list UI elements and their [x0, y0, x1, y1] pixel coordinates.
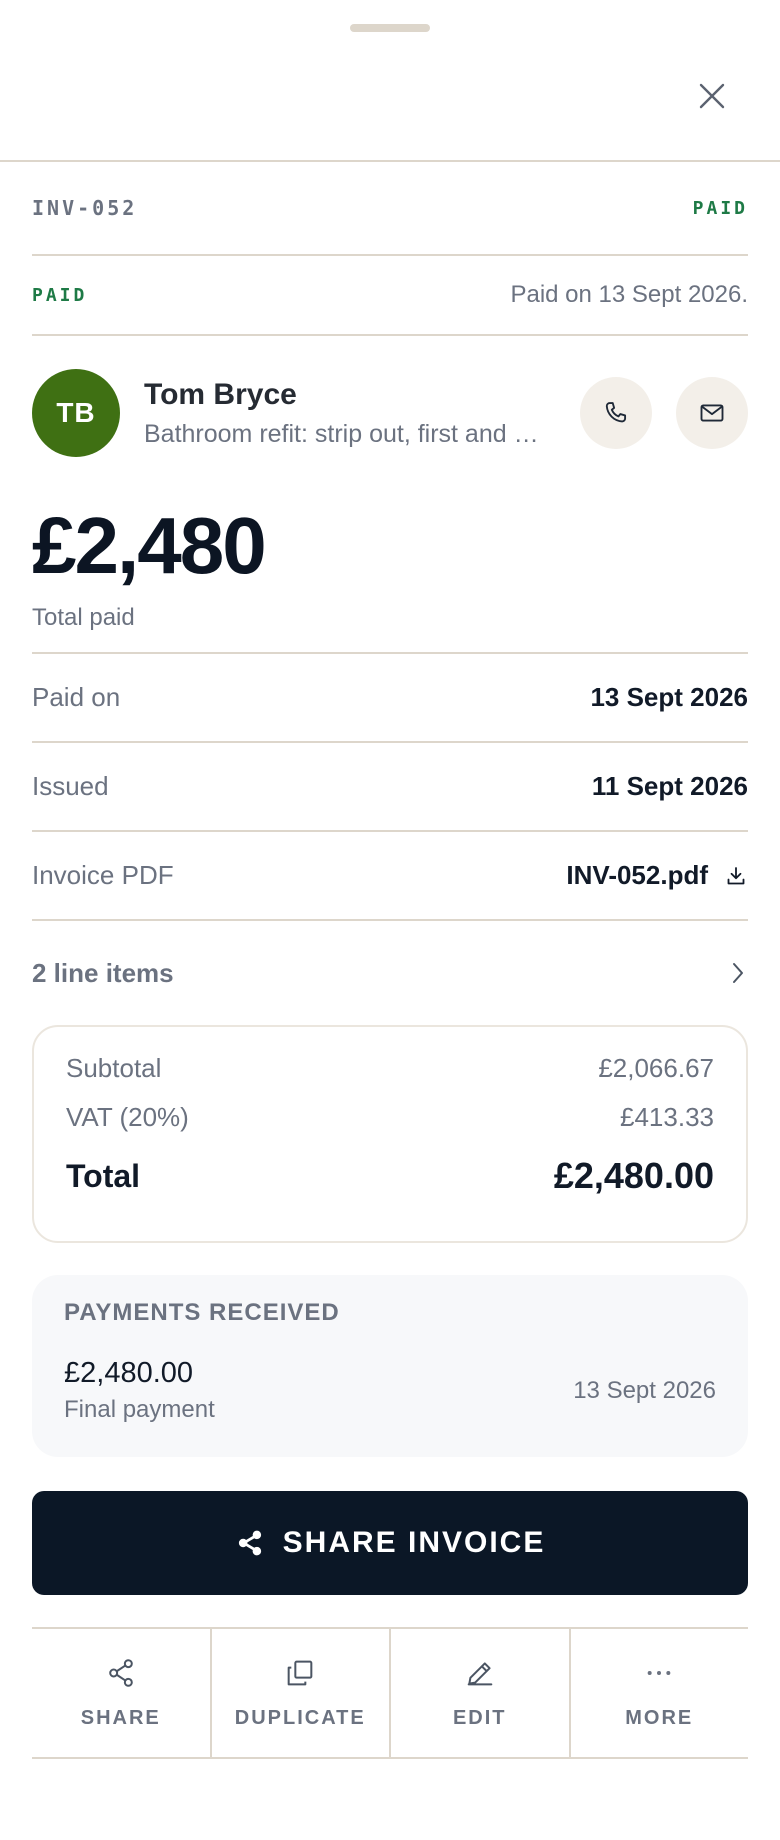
subtotal-row: Subtotal £2,066.67 — [66, 1053, 714, 1084]
close-icon — [699, 83, 725, 109]
invoice-header-row: INV-052 PAID — [32, 162, 748, 256]
status-row: PAID Paid on 13 Sept 2026. — [32, 256, 748, 336]
invoice-pdf-filename: INV-052.pdf — [566, 860, 708, 890]
status-tag: PAID — [32, 284, 88, 306]
avatar: TB — [32, 369, 120, 457]
edit-action-label: EDIT — [452, 1706, 507, 1729]
close-button[interactable] — [690, 74, 734, 118]
total-row: Total £2,480.00 — [66, 1155, 714, 1197]
share-action-label: SHARE — [80, 1706, 161, 1729]
mail-icon — [700, 404, 724, 422]
vat-row: VAT (20%) £413.33 — [66, 1102, 714, 1133]
totals-card: Subtotal £2,066.67 VAT (20%) £413.33 Tot… — [32, 1025, 748, 1243]
share-icon — [238, 1530, 261, 1556]
client-row: TB Tom Bryce Bathroom refit: strip out, … — [32, 336, 748, 490]
sheet-grabber[interactable] — [350, 24, 430, 32]
payment-date: 13 Sept 2026 — [573, 1376, 716, 1404]
vat-value: £413.33 — [620, 1102, 714, 1132]
more-icon — [647, 1670, 671, 1675]
call-button[interactable] — [580, 377, 652, 449]
subtotal-label: Subtotal — [66, 1053, 162, 1083]
edit-action[interactable]: EDIT — [391, 1629, 571, 1757]
total-amount-label: Total paid — [32, 604, 135, 631]
share-action[interactable]: SHARE — [32, 1629, 212, 1757]
phone-icon — [605, 402, 627, 423]
issued-value: 11 Sept 2026 — [591, 771, 748, 801]
action-bar: SHARE DUPLICATE EDIT MORE — [32, 1627, 748, 1759]
payment-description: Final payment — [64, 1396, 215, 1423]
download-pdf-link[interactable]: INV-052.pdf — [566, 860, 748, 891]
line-items-row[interactable]: 2 line items — [32, 921, 748, 1025]
invoice-pdf-label: Invoice PDF — [32, 860, 174, 890]
more-action[interactable]: MORE — [571, 1629, 749, 1757]
total-label: Total — [66, 1157, 141, 1194]
duplicate-action-label: DUPLICATE — [234, 1706, 366, 1729]
paid-on-value: 13 Sept 2026 — [590, 682, 748, 712]
total-amount: £2,480 — [32, 501, 267, 590]
issued-label: Issued — [32, 771, 109, 801]
status-badge: PAID — [692, 197, 748, 219]
invoice-content: INV-052 PAID PAID Paid on 13 Sept 2026. … — [32, 162, 748, 1759]
share-invoice-label: SHARE INVOICE — [282, 1526, 546, 1559]
payment-item: £2,480.00 Final payment 13 Sept 2026 — [64, 1357, 716, 1424]
subtotal-value: £2,066.67 — [598, 1053, 714, 1083]
line-items-label: 2 line items — [32, 957, 174, 988]
paid-on-row: Paid on 13 Sept 2026 — [32, 654, 748, 743]
client-description: Bathroom refit: strip out, first and sec… — [144, 419, 542, 448]
invoice-pdf-row: Invoice PDF INV-052.pdf — [32, 832, 748, 921]
download-icon — [727, 866, 745, 884]
more-action-label: MORE — [625, 1706, 694, 1729]
paid-on-label: Paid on — [32, 682, 121, 712]
duplicate-action[interactable]: DUPLICATE — [212, 1629, 391, 1757]
payment-amount: £2,480.00 — [64, 1357, 194, 1389]
issued-row: Issued 11 Sept 2026 — [32, 743, 748, 832]
client-info: Tom Bryce Bathroom refit: strip out, fir… — [144, 378, 542, 449]
total-value: £2,480.00 — [553, 1155, 714, 1196]
share-icon — [108, 1658, 133, 1687]
payments-card: PAYMENTS RECEIVED £2,480.00 Final paymen… — [32, 1275, 748, 1457]
invoice-sheet: INV-052 PAID PAID Paid on 13 Sept 2026. … — [0, 0, 780, 1840]
amount-block: £2,480 Total paid — [32, 490, 748, 654]
invoice-number: INV-052 — [32, 196, 138, 220]
status-text: Paid on 13 Sept 2026. — [510, 281, 748, 308]
client-name: Tom Bryce — [144, 377, 297, 411]
payments-title: PAYMENTS RECEIVED — [64, 1299, 340, 1326]
share-invoice-button[interactable]: SHARE INVOICE — [32, 1491, 748, 1595]
duplicate-icon — [287, 1660, 313, 1685]
email-button[interactable] — [676, 377, 748, 449]
vat-label: VAT (20%) — [66, 1102, 189, 1132]
chevron-right-icon — [733, 963, 743, 983]
pencil-icon — [467, 1661, 493, 1685]
payment-info: £2,480.00 Final payment — [64, 1357, 215, 1424]
